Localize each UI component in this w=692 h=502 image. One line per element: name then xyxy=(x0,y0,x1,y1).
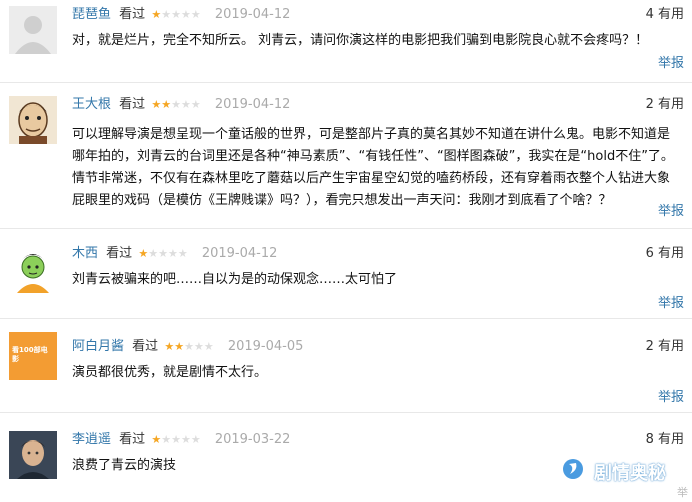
review-date: 2019-03-22 xyxy=(214,432,291,447)
star-icon: ★ xyxy=(174,340,185,353)
star-icon: ★ xyxy=(158,247,168,260)
star-icon: ★ xyxy=(203,340,214,353)
avatar-badge-text: 看100部电影 xyxy=(12,346,48,363)
watched-label: 看过 xyxy=(132,339,159,354)
star-icon: ★ xyxy=(167,247,178,260)
rating-stars: ★★★★★ xyxy=(151,96,200,114)
review-item: 王大根 看过 ★★★★★ 2019-04-12 2 有用 可以理解导演是想呈现一… xyxy=(0,96,692,220)
report-link[interactable]: 举报 xyxy=(658,52,684,71)
star-icon: ★ xyxy=(180,8,191,21)
useful-label: 有用 xyxy=(657,339,684,354)
star-icon: ★ xyxy=(190,8,201,21)
username[interactable]: 李逍遥 xyxy=(72,432,111,447)
star-icon: ★ xyxy=(180,98,191,111)
review-list: 琵琶鱼 看过 ★★★★★ 2019-04-12 4 有用 对，就是烂片，完全不知… xyxy=(0,0,692,502)
review-text: 演员都很优秀，就是剧情不太行。 xyxy=(72,365,268,380)
useful-number: 6 xyxy=(645,246,654,261)
star-icon: ★ xyxy=(180,433,191,446)
watermark-text: 剧情奥秘 xyxy=(594,463,666,484)
useful-label: 有用 xyxy=(657,246,684,261)
review-meta: 木西 看过 ★★★★★ 2019-04-12 xyxy=(72,245,277,263)
review-date: 2019-04-12 xyxy=(214,97,291,112)
rating-stars: ★★★★★ xyxy=(151,431,200,449)
rating-stars: ★★★★★ xyxy=(138,245,187,263)
report-link[interactable]: 举报 xyxy=(658,200,684,219)
star-icon: ★ xyxy=(171,433,181,446)
review-item: 看100部电影 阿白月酱 看过 ★★★★★ 2019-04-05 2 有用 演员… xyxy=(0,332,692,405)
review-text: 刘青云被骗来的吧……自以为是的动保观念……太可怕了 xyxy=(72,272,398,287)
useful-number: 8 xyxy=(645,432,654,447)
review-meta: 王大根 看过 ★★★★★ 2019-04-12 xyxy=(72,96,290,114)
divider xyxy=(0,82,692,83)
useful-count[interactable]: 2 有用 xyxy=(646,96,684,114)
useful-count[interactable]: 4 有用 xyxy=(646,6,684,24)
username[interactable]: 阿白月酱 xyxy=(72,339,124,354)
watermark: 剧情奥秘 xyxy=(562,458,666,488)
useful-number: 2 xyxy=(645,339,654,354)
star-icon: ★ xyxy=(151,433,162,446)
star-icon: ★ xyxy=(161,8,172,21)
review-text: 对，就是烂片，完全不知所云。 刘青云，请问你演这样的电影把我们骗到电影院良心就不… xyxy=(72,33,649,48)
review-meta: 琵琶鱼 看过 ★★★★★ 2019-04-12 xyxy=(72,6,290,24)
avatar[interactable] xyxy=(9,431,57,479)
useful-number: 4 xyxy=(645,7,654,22)
watched-label: 看过 xyxy=(119,97,146,112)
review-date: 2019-04-05 xyxy=(227,339,304,354)
star-icon: ★ xyxy=(171,8,181,21)
useful-count[interactable]: 6 有用 xyxy=(646,245,684,263)
avatar[interactable] xyxy=(9,96,57,144)
avatar[interactable]: 看100部电影 xyxy=(9,332,57,380)
divider xyxy=(0,412,692,413)
star-icon: ★ xyxy=(138,247,149,260)
username[interactable]: 琵琶鱼 xyxy=(72,7,111,22)
rating-stars: ★★★★★ xyxy=(151,6,200,24)
watermark-logo-icon xyxy=(562,458,584,490)
star-icon: ★ xyxy=(164,340,175,353)
useful-count[interactable]: 2 有用 xyxy=(646,338,684,356)
report-link-partial[interactable]: 举 xyxy=(677,484,688,500)
star-icon: ★ xyxy=(184,340,194,353)
report-link[interactable]: 举报 xyxy=(658,386,684,405)
useful-label: 有用 xyxy=(657,7,684,22)
review-date: 2019-04-12 xyxy=(214,7,291,22)
review-item: 琵琶鱼 看过 ★★★★★ 2019-04-12 4 有用 对，就是烂片，完全不知… xyxy=(0,6,692,76)
useful-count[interactable]: 8 有用 xyxy=(646,431,684,449)
star-icon: ★ xyxy=(151,98,162,111)
review-date: 2019-04-12 xyxy=(201,246,278,261)
star-icon: ★ xyxy=(190,433,201,446)
star-icon: ★ xyxy=(161,433,172,446)
useful-number: 2 xyxy=(645,97,654,112)
rating-stars: ★★★★★ xyxy=(164,338,213,356)
useful-label: 有用 xyxy=(657,432,684,447)
avatar[interactable] xyxy=(9,6,57,54)
star-icon: ★ xyxy=(177,247,188,260)
star-icon: ★ xyxy=(190,98,201,111)
star-icon: ★ xyxy=(148,247,159,260)
star-icon: ★ xyxy=(171,98,181,111)
avatar[interactable] xyxy=(9,245,57,293)
review-meta: 李逍遥 看过 ★★★★★ 2019-03-22 xyxy=(72,431,290,449)
divider xyxy=(0,318,692,319)
review-text: 可以理解导演是想呈现一个童话般的世界，可是整部片子真的莫名其妙不知道在讲什么鬼。… xyxy=(72,127,674,208)
username[interactable]: 木西 xyxy=(72,246,98,261)
watched-label: 看过 xyxy=(119,432,146,447)
useful-label: 有用 xyxy=(657,97,684,112)
report-link[interactable]: 举报 xyxy=(658,292,684,311)
star-icon: ★ xyxy=(161,98,172,111)
watched-label: 看过 xyxy=(106,246,133,261)
divider xyxy=(0,228,692,229)
review-meta: 阿白月酱 看过 ★★★★★ 2019-04-05 xyxy=(72,338,303,356)
star-icon: ★ xyxy=(151,8,162,21)
watched-label: 看过 xyxy=(119,7,146,22)
star-icon: ★ xyxy=(193,340,204,353)
review-item: 木西 看过 ★★★★★ 2019-04-12 6 有用 刘青云被骗来的吧……自以… xyxy=(0,245,692,311)
username[interactable]: 王大根 xyxy=(72,97,111,112)
